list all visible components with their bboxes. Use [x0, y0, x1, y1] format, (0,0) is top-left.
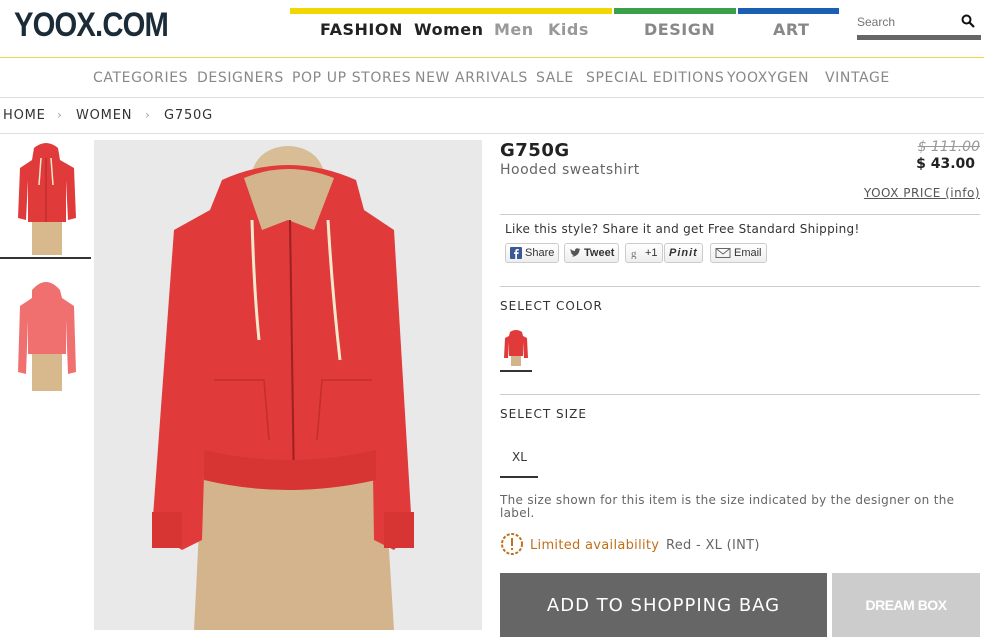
yoox-price-info-link[interactable]: YOOX PRICE (info): [864, 186, 980, 200]
art-color-bar: [738, 8, 839, 14]
old-price: $ 111.00: [917, 139, 980, 155]
google-plus-label: +1: [645, 247, 658, 259]
product-brand[interactable]: G750G: [500, 140, 570, 161]
breadcrumb-current: G750G: [164, 108, 213, 123]
site-header: YOOX.COM FASHION Women Men Kids DESIGN A…: [0, 0, 984, 58]
nav-yooxygen[interactable]: YOOXYGEN: [727, 70, 809, 86]
breadcrumb: HOME › WOMEN › G750G: [0, 98, 984, 134]
google-plus-button[interactable]: g +1: [625, 243, 663, 263]
svg-text:g: g: [631, 248, 637, 259]
size-selected-indicator: [500, 476, 538, 478]
nav-design[interactable]: DESIGN: [644, 20, 715, 39]
breadcrumb-women[interactable]: WOMEN: [76, 108, 132, 123]
yoox-logo[interactable]: YOOX.COM: [14, 6, 169, 45]
facebook-share-button[interactable]: Share: [505, 243, 560, 263]
pinterest-button[interactable]: Pinit: [664, 243, 703, 263]
thumbnail-front[interactable]: [10, 140, 82, 255]
fashion-color-bar: [290, 8, 612, 14]
thumbnail-back[interactable]: [10, 276, 82, 391]
limited-availability-icon: [501, 533, 523, 555]
breadcrumb-separator: ›: [57, 108, 63, 122]
nav-art[interactable]: ART: [773, 20, 809, 39]
nav-kids[interactable]: Kids: [548, 20, 589, 39]
product-name: Hooded sweatshirt: [500, 162, 640, 178]
nav-men[interactable]: Men: [494, 20, 534, 39]
facebook-icon: [510, 247, 522, 259]
add-to-shopping-bag-button[interactable]: ADD TO SHOPPING BAG: [500, 573, 827, 637]
divider: [500, 394, 980, 395]
nav-sale[interactable]: SALE: [536, 70, 574, 86]
category-nav: CATEGORIES DESIGNERS POP UP STORES NEW A…: [0, 58, 984, 98]
twitter-tweet-button[interactable]: Tweet: [564, 243, 620, 263]
thumbnail-selected-indicator: [0, 257, 91, 259]
nav-special-editions[interactable]: SPECIAL EDITIONS: [586, 70, 724, 86]
availability-status: Limited availability: [530, 538, 660, 553]
email-share-label: Email: [734, 247, 762, 259]
current-price: $ 43.00: [916, 156, 975, 172]
select-color-label: SELECT COLOR: [500, 299, 603, 313]
search-icon[interactable]: [961, 14, 975, 28]
main-product-image[interactable]: [94, 140, 482, 630]
divider: [500, 214, 980, 215]
size-note: The size shown for this item is the size…: [500, 493, 955, 520]
search-box: [857, 10, 981, 40]
nav-designers[interactable]: DESIGNERS: [197, 70, 284, 86]
nav-vintage[interactable]: VINTAGE: [825, 70, 890, 86]
breadcrumb-separator: ›: [145, 108, 151, 122]
select-size-label: SELECT SIZE: [500, 407, 587, 421]
size-option-xl[interactable]: XL: [512, 450, 527, 464]
pinterest-label: Pinit: [669, 247, 698, 259]
facebook-share-label: Share: [525, 247, 555, 259]
design-color-bar: [614, 8, 736, 14]
twitter-tweet-label: Tweet: [584, 247, 615, 259]
color-swatch-red[interactable]: [503, 328, 529, 366]
google-plus-icon: g: [631, 248, 637, 259]
email-share-button[interactable]: Email: [710, 243, 767, 263]
share-promo-text: Like this style? Share it and get Free S…: [505, 222, 860, 236]
nav-women[interactable]: Women: [414, 20, 483, 39]
nav-categories[interactable]: CATEGORIES: [93, 70, 188, 86]
nav-new-arrivals[interactable]: NEW ARRIVALS: [415, 70, 528, 86]
email-icon: [715, 248, 731, 258]
twitter-icon: [570, 248, 581, 257]
nav-fashion[interactable]: FASHION: [320, 20, 403, 39]
search-input[interactable]: [857, 10, 957, 34]
dream-box-button[interactable]: DREAM BOX: [832, 573, 980, 637]
availability-detail: Red - XL (INT): [666, 538, 760, 553]
divider: [500, 286, 980, 287]
color-selected-indicator: [500, 370, 532, 372]
breadcrumb-home[interactable]: HOME: [3, 108, 46, 123]
nav-pop-up-stores[interactable]: POP UP STORES: [292, 70, 411, 86]
